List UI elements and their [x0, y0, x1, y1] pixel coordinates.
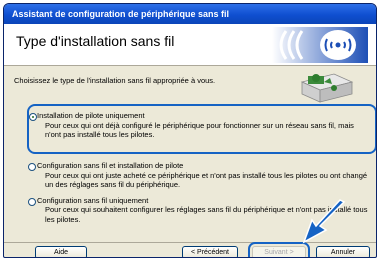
wizard-window: Assistant de configuration de périphériq…	[3, 3, 377, 258]
install-type-options: Installation de pilote uniquement Pour c…	[26, 107, 371, 224]
radio-driver-only[interactable]	[29, 113, 37, 121]
option-description: Pour ceux qui souhaitent configurer les …	[45, 205, 368, 224]
back-button[interactable]: < Précédent	[182, 246, 238, 257]
option-description: Pour ceux qui ont déjà configuré le péri…	[45, 120, 354, 140]
wizard-header: Type d'installation sans fil	[4, 24, 376, 66]
radio-wireless-only[interactable]	[28, 197, 36, 206]
footer-divider	[4, 242, 376, 243]
intro-text: Choisissez le type de l'installation san…	[14, 76, 216, 85]
page-title: Type d'installation sans fil	[16, 33, 175, 49]
cancel-button[interactable]: Annuler	[316, 246, 370, 257]
option-description: Pour ceux qui ont juste acheté ce périph…	[45, 170, 368, 190]
option-title: Installation de pilote uniquement	[37, 111, 145, 120]
option-wireless-and-driver[interactable]: Configuration sans fil et installation d…	[26, 161, 371, 190]
option-title: Configuration sans fil et installation d…	[37, 161, 184, 170]
option-wireless-only[interactable]: Configuration sans fil uniquement Pour c…	[26, 196, 371, 225]
radio-wireless-and-driver[interactable]	[28, 163, 36, 171]
wireless-logo-icon	[272, 27, 368, 63]
help-button[interactable]: Aide	[35, 246, 87, 257]
option-driver-only[interactable]: Installation de pilote uniquement Pour c…	[26, 107, 371, 155]
title-bar: Assistant de configuration de périphériq…	[4, 4, 376, 24]
next-button[interactable]: Suivant >	[252, 246, 306, 257]
option-title: Configuration sans fil uniquement	[37, 195, 149, 205]
printer-network-icon	[300, 73, 354, 103]
